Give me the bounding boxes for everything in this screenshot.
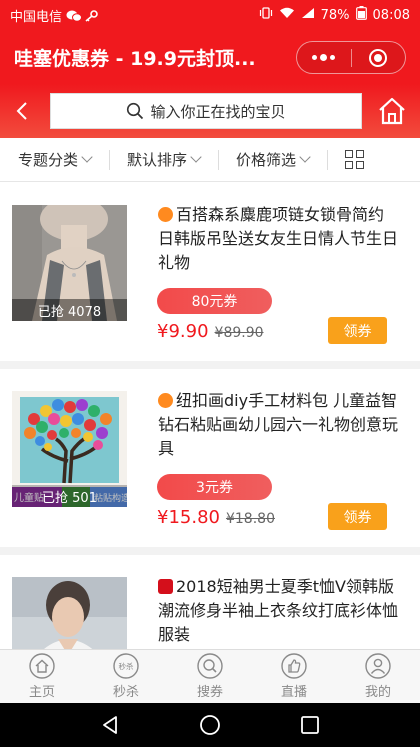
bottom-tab-bar: 主页 秒杀 秒杀 搜券 直播 我的 [0, 649, 420, 703]
svg-text:秒杀: 秒杀 [119, 661, 134, 671]
flash-sale-icon: 秒杀 [113, 653, 139, 679]
carrier-label: 中国电信 [10, 9, 63, 25]
product-image[interactable] [12, 577, 127, 649]
coupon-search-icon [197, 653, 223, 679]
tab-profile[interactable]: 我的 [336, 650, 420, 703]
filter-category[interactable]: 专题分类 [18, 138, 93, 182]
target-circle-icon [369, 48, 388, 67]
tab-flash-sale-label: 秒杀 [112, 685, 139, 700]
mini-program-title-bar: 哇塞优惠券 - 19.9元封顶... [0, 30, 420, 84]
clock: 08:08 [372, 7, 410, 23]
filter-category-label: 专题分类 [18, 151, 79, 169]
product-card[interactable]: 2018短袖男士夏季t恤V领韩版潮流修身半袖上衣条纹打底衫体恤服装 [0, 555, 420, 649]
nav-recents-icon[interactable] [300, 715, 320, 735]
nav-back-icon[interactable] [100, 715, 120, 735]
chevron-down-icon [299, 151, 311, 163]
taobao-badge-icon [158, 207, 173, 222]
final-price: ¥15.80 [157, 507, 220, 528]
search-header: 输入你正在找的宝贝 [0, 84, 420, 138]
price-row: ¥9.90 ¥89.90 [157, 321, 264, 342]
sold-count: 已抢 4078 [12, 299, 127, 321]
product-card[interactable]: 儿童贴 粘贴构造 已抢 501 纽扣画diy手工材料包 儿童益智钻石粘贴画幼儿园… [0, 369, 420, 547]
wifi-icon [279, 7, 295, 23]
vibrate-icon [259, 7, 273, 23]
get-coupon-button[interactable]: 领券 [328, 317, 387, 344]
tab-home-label: 主页 [28, 685, 55, 700]
home-outline-icon [379, 97, 405, 125]
product-image[interactable]: 儿童贴 粘贴构造 已抢 501 [12, 391, 127, 507]
battery-percent: 78% [320, 7, 350, 23]
tab-home[interactable]: 主页 [0, 650, 84, 703]
signal-icon [301, 7, 315, 23]
status-bar: 中国电信 78% 08:08 [0, 0, 420, 30]
filter-sort[interactable]: 默认排序 [127, 138, 202, 182]
home-icon [29, 653, 55, 679]
chevron-down-icon [81, 151, 93, 163]
home-button[interactable] [374, 93, 410, 129]
user-icon [365, 653, 391, 679]
system-navigation-bar [0, 703, 420, 747]
back-button[interactable] [0, 84, 44, 138]
final-price: ¥9.90 [157, 321, 209, 342]
tab-coupon-search-label: 搜券 [196, 685, 223, 700]
page-title: 哇塞优惠券 - 19.9元封顶... [14, 47, 256, 70]
original-price: ¥18.80 [225, 511, 275, 527]
product-title[interactable]: 纽扣画diy手工材料包 儿童益智钻石粘贴画幼儿园六一礼物创意玩具 [158, 389, 398, 461]
get-coupon-button[interactable]: 领券 [328, 503, 387, 530]
layout-toggle-button[interactable] [345, 150, 365, 169]
search-icon [127, 102, 144, 120]
coupon-tag: 80元券 [157, 288, 272, 314]
tab-profile-label: 我的 [364, 685, 391, 700]
taobao-badge-icon [158, 393, 173, 408]
nav-home-icon[interactable] [199, 714, 221, 736]
tmall-badge-icon [158, 579, 173, 594]
tab-coupon-search[interactable]: 搜券 [168, 650, 252, 703]
product-list[interactable]: 已抢 4078 百搭森系麋鹿项链女锁骨简约日韩版吊坠送女友生日情人节生日礼物 8… [0, 183, 420, 649]
battery-icon [355, 6, 367, 24]
search-placeholder: 输入你正在找的宝贝 [150, 102, 286, 121]
filter-sort-label: 默认排序 [127, 151, 188, 169]
mini-program-capsule [296, 41, 406, 74]
sold-count: 已抢 501 [12, 485, 127, 507]
tab-live[interactable]: 直播 [252, 650, 336, 703]
product-title[interactable]: 百搭森系麋鹿项链女锁骨简约日韩版吊坠送女友生日情人节生日礼物 [158, 203, 398, 275]
search-input[interactable]: 输入你正在找的宝贝 [50, 93, 362, 129]
close-mini-program-button[interactable] [352, 42, 406, 73]
tab-flash-sale[interactable]: 秒杀 秒杀 [84, 650, 168, 703]
filter-price[interactable]: 价格筛选 [236, 138, 311, 182]
key-icon [84, 9, 98, 22]
coupon-tag: 3元券 [157, 474, 272, 500]
more-menu-button[interactable] [297, 42, 351, 73]
chevron-left-icon [16, 102, 27, 120]
original-price: ¥89.90 [214, 325, 264, 341]
grid-view-icon [345, 150, 365, 169]
thumbs-up-icon [281, 653, 307, 679]
chevron-down-icon [190, 151, 202, 163]
product-image[interactable]: 已抢 4078 [12, 205, 127, 321]
wechat-notification-icon [66, 10, 83, 22]
product-card[interactable]: 已抢 4078 百搭森系麋鹿项链女锁骨简约日韩版吊坠送女友生日情人节生日礼物 8… [0, 183, 420, 361]
more-dots-icon [312, 54, 336, 61]
app-screen: 中国电信 78% 08:08 哇塞优惠券 - 19.9元封顶... 输入你正在找… [0, 0, 420, 747]
filter-price-label: 价格筛选 [236, 151, 297, 169]
filter-bar: 专题分类 默认排序 价格筛选 [0, 138, 420, 182]
tab-live-label: 直播 [280, 685, 307, 700]
price-row: ¥15.80 ¥18.80 [157, 507, 275, 528]
product-title[interactable]: 2018短袖男士夏季t恤V领韩版潮流修身半袖上衣条纹打底衫体恤服装 [158, 575, 398, 647]
